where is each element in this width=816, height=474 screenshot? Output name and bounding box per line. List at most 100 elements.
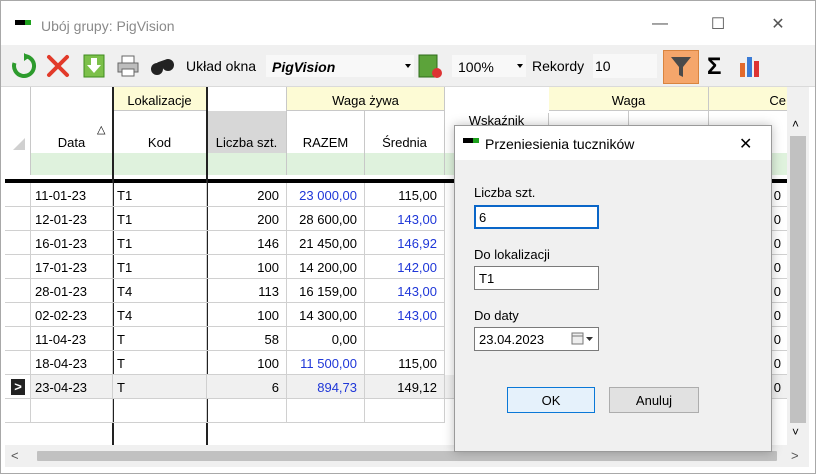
layout-settings-icon[interactable] <box>417 53 443 79</box>
maximize-button[interactable]: ☐ <box>695 9 741 39</box>
row-header[interactable] <box>5 327 31 351</box>
row-header-column <box>5 111 31 153</box>
chart-icon[interactable] <box>737 53 763 79</box>
scroll-down-icon[interactable]: ˅ <box>792 425 799 439</box>
cell-liczba[interactable]: 113 <box>207 279 287 303</box>
layout-select[interactable]: PigVision <box>265 54 415 78</box>
delete-icon[interactable] <box>45 53 71 79</box>
cell-liczba[interactable] <box>207 399 287 423</box>
cell-data[interactable]: 18-04-23 <box>31 351 113 375</box>
scroll-right-icon[interactable]: > <box>791 448 799 463</box>
scroll-left-icon[interactable]: < <box>11 448 19 463</box>
filter-button[interactable] <box>663 50 699 84</box>
row-header[interactable] <box>5 303 31 327</box>
group-header-waga: Waga <box>549 87 709 111</box>
cell-kod[interactable] <box>113 399 207 423</box>
cell-razem[interactable]: 28 600,00 <box>287 207 365 231</box>
close-button[interactable]: ✕ <box>755 9 801 39</box>
cell-data[interactable]: 12-01-23 <box>31 207 113 231</box>
cell-kod[interactable]: T1 <box>113 183 207 207</box>
cell-razem[interactable]: 0,00 <box>287 327 365 351</box>
cell-data[interactable]: 16-01-23 <box>31 231 113 255</box>
cell-kod[interactable]: T <box>113 351 207 375</box>
cell-data[interactable]: 11-04-23 <box>31 327 113 351</box>
cell-kod[interactable]: T1 <box>113 207 207 231</box>
cell-data[interactable]: 02-02-23 <box>31 303 113 327</box>
cell-srednia[interactable]: 149,12 <box>365 375 445 399</box>
calendar-dropdown-icon[interactable] <box>571 332 595 346</box>
cell-data[interactable] <box>31 399 113 423</box>
row-header[interactable] <box>5 351 31 375</box>
filter-cell[interactable] <box>113 153 207 175</box>
cell-srednia[interactable]: 143,00 <box>365 279 445 303</box>
cell-razem[interactable] <box>287 399 365 423</box>
cell-razem[interactable]: 11 500,00 <box>287 351 365 375</box>
date-picker[interactable]: 23.04.2023 <box>474 327 599 351</box>
vertical-scrollbar-thumb[interactable] <box>790 136 806 423</box>
cell-razem[interactable]: 14 200,00 <box>287 255 365 279</box>
sum-icon[interactable]: Σ <box>707 53 721 81</box>
cell-srednia[interactable]: 143,00 <box>365 303 445 327</box>
cell-kod[interactable]: T4 <box>113 279 207 303</box>
binoculars-icon[interactable] <box>149 53 175 79</box>
cell-srednia[interactable]: 115,00 <box>365 183 445 207</box>
quantity-input[interactable]: 6 <box>474 205 599 229</box>
cancel-button[interactable]: Anuluj <box>609 387 699 413</box>
filter-row-header <box>5 153 31 175</box>
cell-razem[interactable]: 16 159,00 <box>287 279 365 303</box>
location-input[interactable]: T1 <box>474 266 599 290</box>
filter-cell[interactable] <box>207 153 287 175</box>
print-icon[interactable] <box>115 53 141 79</box>
row-header[interactable] <box>5 279 31 303</box>
cell-srednia[interactable] <box>365 327 445 351</box>
row-header[interactable] <box>5 399 31 423</box>
row-header[interactable] <box>5 231 31 255</box>
row-header-current[interactable]: > <box>5 375 31 399</box>
download-icon[interactable] <box>81 53 107 79</box>
cell-liczba[interactable]: 100 <box>207 303 287 327</box>
cell-liczba[interactable]: 146 <box>207 231 287 255</box>
zoom-select[interactable]: 100% <box>451 54 527 78</box>
column-header-liczba[interactable]: Liczba szt. <box>207 111 287 153</box>
cell-srednia[interactable]: 115,00 <box>365 351 445 375</box>
cell-kod[interactable]: T1 <box>113 255 207 279</box>
column-header-razem[interactable]: RAZEM <box>287 111 365 153</box>
cell-srednia[interactable] <box>365 399 445 423</box>
cell-data[interactable]: 17-01-23 <box>31 255 113 279</box>
row-header[interactable] <box>5 183 31 207</box>
column-header-kod[interactable]: Kod <box>113 111 207 153</box>
cell-liczba[interactable]: 6 <box>207 375 287 399</box>
cell-liczba[interactable]: 200 <box>207 207 287 231</box>
cell-data[interactable]: 23-04-23 <box>31 375 113 399</box>
column-header-srednia[interactable]: Średnia <box>365 111 445 153</box>
row-header[interactable] <box>5 207 31 231</box>
cell-razem[interactable]: 894,73 <box>287 375 365 399</box>
cell-data[interactable]: 11-01-23 <box>31 183 113 207</box>
cell-srednia[interactable]: 143,00 <box>365 207 445 231</box>
row-header[interactable] <box>5 255 31 279</box>
cell-srednia[interactable]: 146,92 <box>365 231 445 255</box>
cell-razem[interactable]: 23 000,00 <box>287 183 365 207</box>
filter-cell[interactable] <box>287 153 365 175</box>
cell-srednia[interactable]: 142,00 <box>365 255 445 279</box>
dialog-close-button[interactable]: ✕ <box>739 134 752 154</box>
minimize-button[interactable]: — <box>637 9 683 39</box>
cell-kod[interactable]: T <box>113 375 207 399</box>
cell-kod[interactable]: T4 <box>113 303 207 327</box>
cell-data[interactable]: 28-01-23 <box>31 279 113 303</box>
cell-razem[interactable]: 21 450,00 <box>287 231 365 255</box>
cell-liczba[interactable]: 100 <box>207 351 287 375</box>
column-header-data[interactable]: Data △ <box>31 111 113 153</box>
horizontal-scrollbar-thumb[interactable] <box>37 451 777 461</box>
cell-liczba[interactable]: 100 <box>207 255 287 279</box>
cell-liczba[interactable]: 200 <box>207 183 287 207</box>
ok-button[interactable]: OK <box>507 387 595 413</box>
cell-liczba[interactable]: 58 <box>207 327 287 351</box>
cell-razem[interactable]: 14 300,00 <box>287 303 365 327</box>
refresh-icon[interactable] <box>11 53 37 79</box>
filter-cell[interactable] <box>31 153 113 175</box>
filter-cell[interactable] <box>365 153 445 175</box>
cell-kod[interactable]: T1 <box>113 231 207 255</box>
cell-kod[interactable]: T <box>113 327 207 351</box>
scroll-up-icon[interactable]: ˄ <box>792 117 799 131</box>
